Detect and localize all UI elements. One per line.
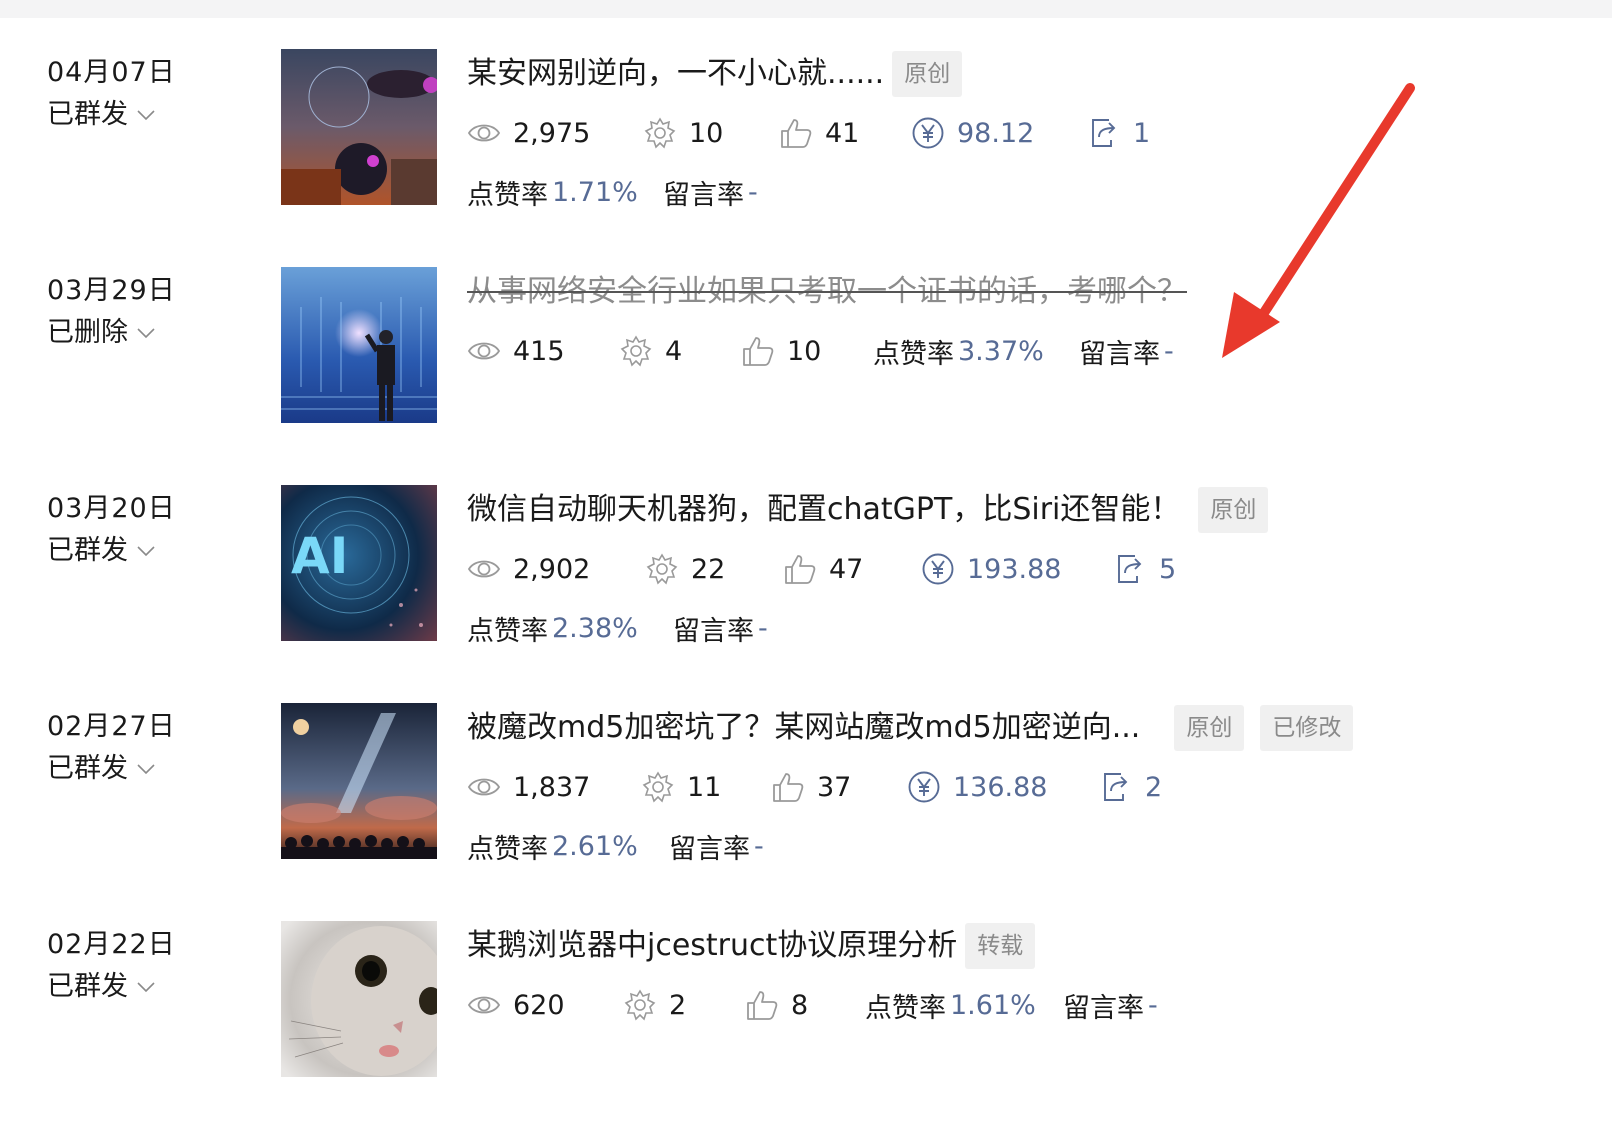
eye-icon (467, 342, 501, 360)
views-count: 620 (513, 989, 565, 1021)
article-title[interactable]: 某安网别逆向，一不小心就...... (467, 51, 884, 97)
reward-amount[interactable]: 98.12 (957, 118, 1034, 149)
like-rate: 点赞率 1.71% (467, 176, 638, 211)
comment-rate: 留言率 - (663, 176, 758, 211)
article-thumbnail[interactable]: AI (281, 485, 437, 641)
article-title[interactable]: 被魔改md5加密坑了？某网站魔改md5加密逆向... (467, 705, 1140, 751)
article-row: 04月07日 已群发 某安网别逆向，一不小心就...... 原创 2,975 1… (0, 49, 1612, 267)
like-rate: 点赞率 1.61% (865, 989, 1036, 1024)
top-bar (0, 0, 1612, 18)
comment-rate: 留言率 - (1063, 989, 1158, 1024)
thumbs-up-icon (773, 773, 804, 802)
status-label: 已群发 (47, 535, 128, 566)
article-title[interactable]: 从事网络安全行业如果只考取一个证书的话，考哪个？ (467, 269, 1187, 315)
reward-yen-icon (912, 117, 944, 149)
status-label: 已群发 (47, 99, 128, 130)
eye-icon (467, 996, 501, 1014)
chevron-down-icon (137, 110, 155, 121)
article-thumbnail[interactable] (281, 49, 437, 205)
article-thumbnail[interactable] (281, 921, 437, 1077)
publish-date: 03月29日 (47, 275, 176, 306)
eye-icon (467, 778, 501, 796)
reward-amount[interactable]: 193.88 (967, 554, 1061, 585)
article-title[interactable]: 某鹅浏览器中jcestruct协议原理分析 (467, 923, 957, 969)
share-friends-icon (646, 553, 678, 585)
views-count: 2,902 (513, 553, 591, 585)
reward-yen-icon (922, 553, 954, 585)
thumbs-up-icon (781, 119, 812, 148)
status-label: 已删除 (47, 317, 128, 348)
shares-count: 11 (687, 771, 722, 803)
share-friends-icon (620, 335, 652, 367)
likes-count: 47 (829, 553, 864, 585)
publish-date: 04月07日 (47, 57, 176, 88)
share-friends-icon (624, 989, 656, 1021)
comment-rate: 留言率 - (669, 830, 764, 865)
chevron-down-icon (137, 764, 155, 775)
shares-count: 2 (669, 989, 687, 1021)
views-count: 415 (513, 335, 565, 367)
article-row: 03月29日 已删除 从事网络安全行业如果只考取一个证书的话，考哪个？ 415 … (0, 267, 1612, 485)
article-thumbnail[interactable] (281, 267, 437, 423)
like-rate: 点赞率 2.61% (467, 830, 638, 865)
shares-count: 22 (691, 553, 726, 585)
shares-count: 4 (665, 335, 683, 367)
like-rate: 点赞率 3.37% (873, 335, 1044, 370)
forwards-count[interactable]: 5 (1159, 554, 1176, 585)
thumbs-up-icon (747, 991, 778, 1020)
forward-icon (1092, 119, 1116, 147)
likes-count: 10 (787, 335, 822, 367)
forward-icon (1118, 555, 1142, 583)
article-thumbnail[interactable] (281, 703, 437, 859)
views-count: 1,837 (513, 771, 591, 803)
likes-count: 41 (825, 117, 860, 149)
publish-date: 02月22日 (47, 929, 176, 960)
thumbs-up-icon (743, 337, 774, 366)
like-rate: 点赞率 2.38% (467, 612, 638, 647)
tag-original: 原创 (1198, 487, 1269, 533)
tag-reposted: 转载 (965, 923, 1036, 969)
article-title[interactable]: 微信自动聊天机器狗，配置chatGPT，比Siri还智能！ (467, 487, 1180, 533)
article-row: 02月22日 已群发 某鹅浏览器中jcestruct协议原理分析 转载 620 … (0, 921, 1612, 1139)
forwards-count[interactable]: 2 (1145, 772, 1162, 803)
tag-original: 原创 (1174, 705, 1245, 751)
eye-icon (467, 124, 501, 142)
share-friends-icon (644, 117, 676, 149)
views-count: 2,975 (513, 117, 591, 149)
article-row: 02月27日 已群发 被魔改md5加密坑了？某网站魔改md5加密逆向... 原创… (0, 703, 1612, 921)
comment-rate: 留言率 - (673, 612, 768, 647)
shares-count: 10 (689, 117, 724, 149)
share-friends-icon (642, 771, 674, 803)
reward-yen-icon (908, 771, 940, 803)
status-dropdown[interactable]: 已群发 (47, 969, 156, 1005)
article-row: 03月20日 已群发 AI 微信自动聊天机器狗，配置chatGPT，比Siri还… (0, 485, 1612, 703)
chevron-down-icon (137, 982, 155, 993)
likes-count: 8 (791, 989, 809, 1021)
chevron-down-icon (137, 328, 155, 339)
reward-amount[interactable]: 136.88 (953, 772, 1047, 803)
status-label: 已群发 (47, 753, 128, 784)
comment-rate: 留言率 - (1079, 335, 1174, 370)
eye-icon (467, 560, 501, 578)
status-dropdown[interactable]: 已群发 (47, 533, 156, 569)
forward-icon (1104, 773, 1128, 801)
status-dropdown[interactable]: 已群发 (47, 97, 156, 133)
publish-date: 02月27日 (47, 711, 176, 742)
status-dropdown[interactable]: 已群发 (47, 751, 156, 787)
forwards-count[interactable]: 1 (1133, 118, 1150, 149)
likes-count: 37 (817, 771, 852, 803)
publish-date: 03月20日 (47, 493, 176, 524)
tag-original: 原创 (892, 51, 963, 97)
status-label: 已群发 (47, 971, 128, 1002)
chevron-down-icon (137, 546, 155, 557)
thumbs-up-icon (785, 555, 816, 584)
tag-modified: 已修改 (1260, 705, 1354, 751)
thumbnail-ai-lettering: AI (291, 527, 348, 585)
status-dropdown[interactable]: 已删除 (47, 315, 156, 351)
